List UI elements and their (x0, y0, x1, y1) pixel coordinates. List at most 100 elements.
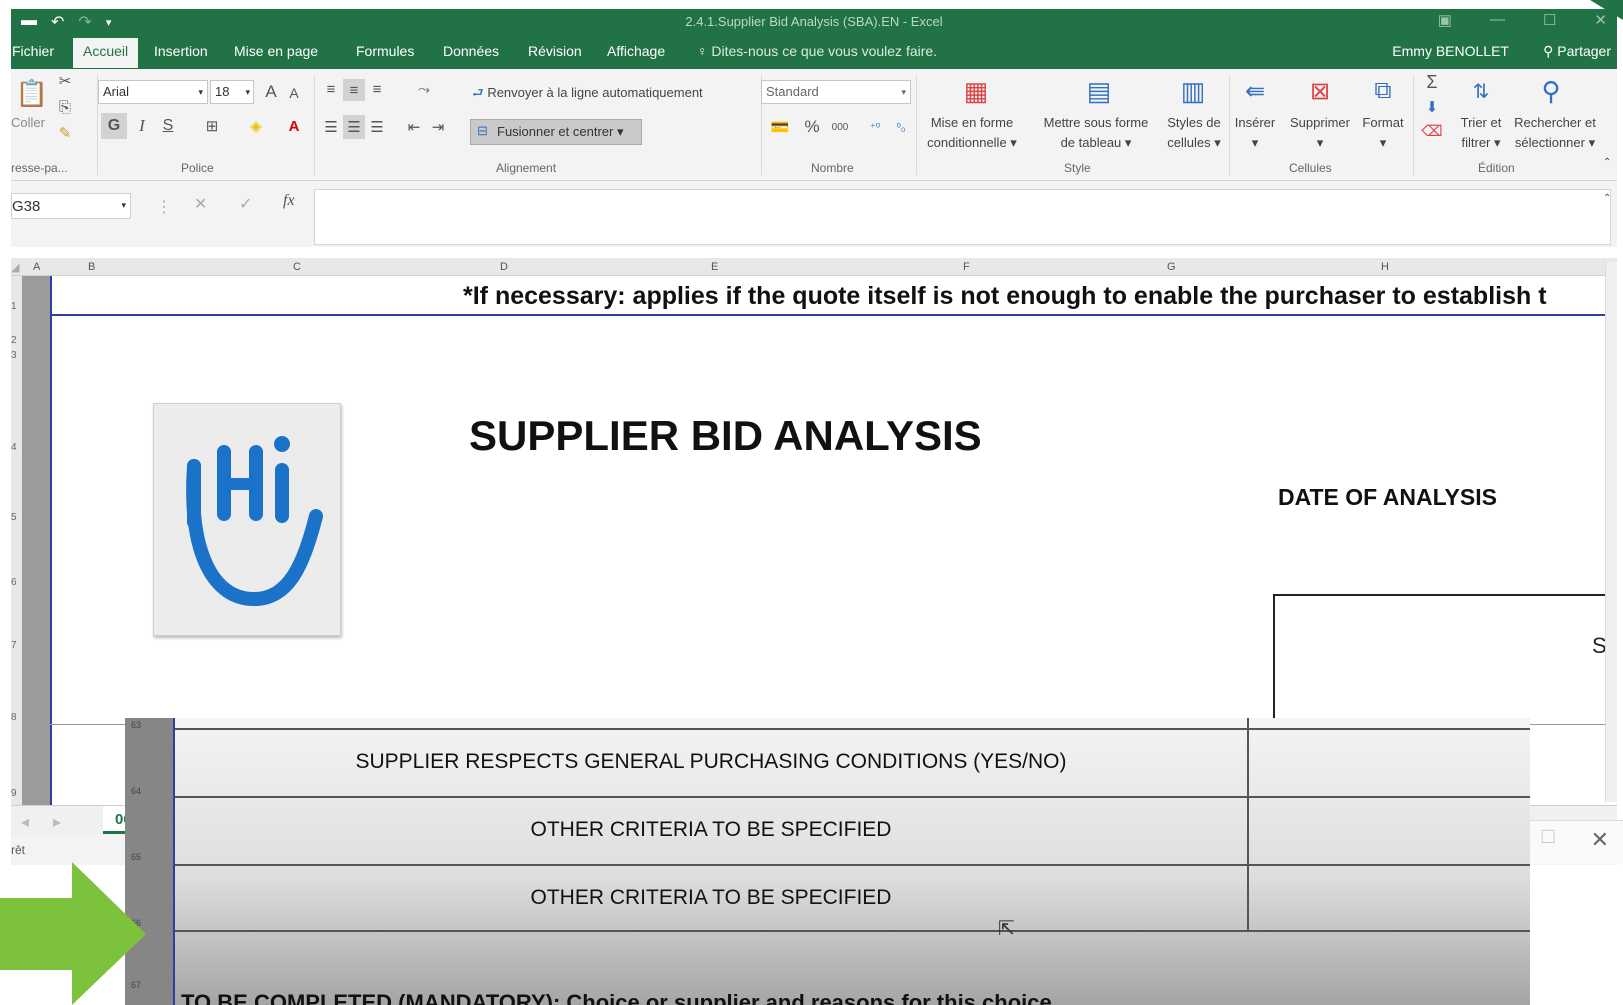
clear-icon[interactable]: ⌫ (1419, 121, 1445, 141)
tab-affichage[interactable]: Affichage (607, 43, 665, 59)
merge-center-button[interactable]: ⊟ Fusionner et centrer ▾ (470, 119, 642, 145)
number-format-select[interactable]: Standard ▾ (761, 80, 911, 104)
cell-styles-button[interactable]: Styles de cellules ▾ (1161, 113, 1227, 153)
format-as-table-button[interactable]: Mettre sous forme de tableau ▾ (1031, 113, 1161, 153)
align-bottom-icon[interactable]: ≡ (367, 79, 387, 99)
prev-sheet-icon[interactable]: ◂ (21, 812, 29, 832)
user-name[interactable]: Emmy BENOLLET (1392, 43, 1509, 59)
find-select-button[interactable]: Rechercher et sélectionner ▾ (1507, 113, 1603, 153)
delete-cells-button[interactable]: Supprimer ▾ (1282, 113, 1358, 153)
row-header[interactable]: 64 (131, 786, 141, 796)
tab-fichier[interactable]: Fichier (12, 43, 54, 59)
autosum-icon[interactable]: Σ (1419, 71, 1445, 93)
fill-icon[interactable]: ⬇ (1419, 97, 1445, 117)
fill-color-icon[interactable]: ◈ (243, 113, 269, 139)
italic-button[interactable]: I (131, 113, 153, 139)
expand-formula-bar-icon[interactable]: ⌃ (1603, 193, 1611, 204)
sheet-title[interactable]: SUPPLIER BID ANALYSIS (469, 412, 982, 460)
increase-indent-icon[interactable]: ⇥ (427, 117, 449, 137)
delete-cells-icon[interactable]: ⊠ (1300, 71, 1340, 111)
align-center-icon[interactable]: ☰ (343, 115, 365, 139)
tab-formules[interactable]: Formules (356, 43, 414, 59)
row-header[interactable]: 1 (11, 301, 17, 312)
font-color-icon[interactable]: A (281, 113, 307, 139)
orientation-icon[interactable]: ⤳ (409, 79, 439, 99)
minimize-icon[interactable]: — (1490, 11, 1505, 29)
align-left-icon[interactable]: ☰ (321, 117, 341, 137)
column-header-b[interactable]: B (88, 261, 95, 273)
increase-decimal-icon[interactable]: ⁺⁰ (863, 115, 887, 139)
row-header[interactable]: 8 (11, 712, 17, 723)
underline-button[interactable]: S (157, 113, 179, 139)
conditional-formatting-button[interactable]: Mise en forme conditionnelle ▾ (916, 113, 1028, 153)
ribbon-display-icon[interactable]: ▣ (1438, 11, 1452, 29)
row-header[interactable]: 5 (11, 512, 17, 523)
paste-icon[interactable]: 📋 (15, 73, 49, 113)
column-header-f[interactable]: F (963, 261, 970, 273)
column-header-d[interactable]: D (500, 261, 508, 273)
font-size-select[interactable]: 18 ▾ (210, 80, 254, 104)
tab-accueil[interactable]: Accueil (73, 38, 139, 68)
criteria-cell[interactable]: OTHER CRITERIA TO BE SPECIFIED (175, 886, 1247, 910)
criteria-cell[interactable]: SUPPLIER RESPECTS GENERAL PURCHASING CON… (175, 750, 1247, 774)
sort-filter-icon[interactable]: ⇅ (1461, 71, 1501, 111)
date-box[interactable] (1273, 594, 1613, 724)
grow-font-icon[interactable]: A (260, 81, 282, 103)
cancel-edit-button[interactable]: ✕ (194, 194, 207, 214)
align-right-icon[interactable]: ☰ (367, 117, 387, 137)
conditional-formatting-icon[interactable]: ▦ (956, 71, 996, 111)
name-box[interactable]: G38 ▾ (11, 193, 131, 219)
comma-style-button[interactable]: 000 (827, 117, 853, 137)
criteria-cell[interactable]: OTHER CRITERIA TO BE SPECIFIED (175, 818, 1247, 842)
paste-label[interactable]: Coller (11, 115, 45, 130)
sort-filter-button[interactable]: Trier et filtrer ▾ (1449, 113, 1513, 153)
tell-me-search[interactable]: ♀ Dites-nous ce que vous voulez faire. (697, 43, 937, 59)
tab-donnees[interactable]: Données (443, 43, 499, 59)
note-cell[interactable]: *If necessary: applies if the quote itse… (463, 282, 1605, 311)
row-header[interactable]: 7 (11, 640, 17, 651)
column-header-h[interactable]: H (1381, 261, 1389, 273)
tab-insertion[interactable]: Insertion (154, 43, 208, 59)
borders-icon[interactable]: ⊞ (199, 113, 225, 139)
date-of-analysis-label[interactable]: DATE OF ANALYSIS (1278, 484, 1497, 511)
accounting-format-icon[interactable]: 💳 (767, 117, 793, 137)
enter-edit-button[interactable]: ✓ (239, 194, 252, 214)
column-header-a[interactable]: A (33, 261, 40, 273)
align-top-icon[interactable]: ≡ (321, 79, 341, 99)
column-header-e[interactable]: E (711, 261, 718, 273)
row-header[interactable]: 9 (11, 788, 17, 799)
vertical-scrollbar[interactable] (1605, 262, 1617, 802)
find-select-icon[interactable]: ⚲ (1531, 71, 1571, 111)
font-name-select[interactable]: Arial ▾ (98, 80, 208, 104)
close-icon[interactable]: ✕ (1591, 827, 1609, 853)
select-all-corner-icon[interactable]: ◢ (11, 261, 19, 274)
insert-cells-icon[interactable]: ⇚ (1235, 71, 1275, 111)
row-header[interactable]: 63 (131, 720, 141, 730)
format-as-table-icon[interactable]: ▤ (1079, 71, 1119, 111)
decrease-indent-icon[interactable]: ⇤ (403, 117, 425, 137)
insert-cells-button[interactable]: Insérer ▾ (1226, 113, 1284, 153)
restore-icon[interactable]: ☐ (1540, 827, 1556, 848)
organization-logo[interactable] (153, 403, 341, 636)
maximize-icon[interactable]: ☐ (1543, 11, 1556, 29)
next-sheet-icon[interactable]: ▸ (53, 812, 61, 832)
column-header-g[interactable]: G (1167, 261, 1176, 273)
row-header[interactable]: 4 (11, 442, 17, 453)
tab-mise-en-page[interactable]: Mise en page (234, 43, 318, 59)
column-header-c[interactable]: C (293, 261, 301, 273)
format-cells-button[interactable]: Format ▾ (1355, 113, 1411, 153)
format-painter-icon[interactable]: ✎ (55, 123, 75, 143)
insert-function-button[interactable]: fx (283, 192, 295, 210)
copy-icon[interactable]: ⎘ (55, 97, 75, 117)
mandatory-note-cell[interactable]: TO BE COMPLETED (MANDATORY): Choice or s… (181, 990, 1052, 1005)
bold-button[interactable]: G (101, 113, 127, 139)
cut-icon[interactable]: ✂ (55, 71, 75, 91)
align-middle-icon[interactable]: ≡ (343, 79, 365, 101)
row-header[interactable]: 2 (11, 335, 17, 346)
row-header[interactable]: 6 (11, 577, 17, 588)
tab-revision[interactable]: Révision (528, 43, 582, 59)
decrease-decimal-icon[interactable]: ⁰₀ (889, 115, 913, 139)
format-cells-icon[interactable]: ⧉ (1363, 71, 1403, 111)
share-button[interactable]: ⚲ Partager (1543, 43, 1611, 60)
wrap-text-button[interactable]: ⮐ Renvoyer à la ligne automatiquement (472, 84, 703, 106)
